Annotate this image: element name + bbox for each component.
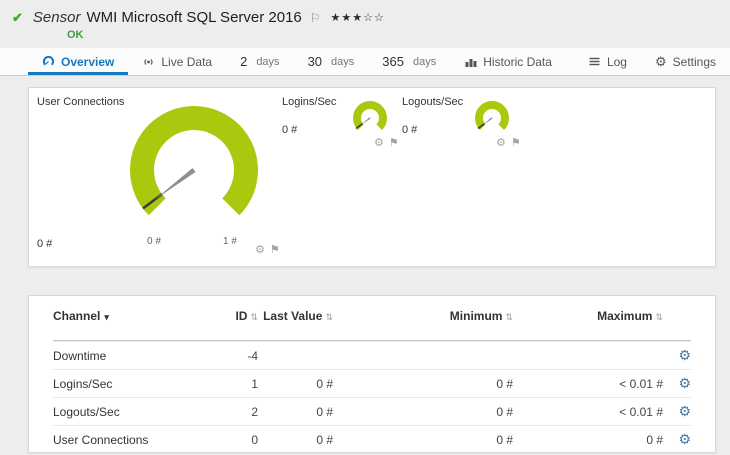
column-header-channel[interactable]: Channel ▾	[53, 309, 203, 323]
gauge-pin-icon[interactable]: ⚑	[511, 136, 521, 149]
gauge-title-logins: Logins/Sec	[282, 96, 337, 108]
page-title: WMI Microsoft SQL Server 2016	[86, 9, 302, 26]
gauge-action-icons: ⚙ ⚑	[374, 136, 399, 149]
gear-icon: ⚙	[654, 54, 667, 69]
column-header-last-value[interactable]: Last Value ⇅	[258, 309, 333, 323]
gauge-scale-min: 0 #	[147, 236, 161, 247]
tab-bar: Overview Live Data 2 days 30 days 365 da…	[0, 48, 730, 76]
column-header-maximum[interactable]: Maximum ⇅	[513, 309, 663, 323]
gauge-pin-icon[interactable]: ⚑	[270, 243, 280, 256]
channel-settings-icon[interactable]: ⚙	[678, 375, 691, 391]
tab-settings[interactable]: ⚙ Settings	[641, 48, 730, 75]
channel-settings-icon[interactable]: ⚙	[678, 403, 691, 419]
channel-id: 0	[251, 432, 258, 447]
gauge-settings-icon[interactable]: ⚙	[255, 243, 265, 256]
flag-icon[interactable]: ⚐	[310, 11, 321, 25]
tab-number: 30	[307, 54, 323, 69]
channel-name[interactable]: Downtime	[53, 349, 203, 363]
gauge-title-logouts: Logouts/Sec	[402, 96, 464, 108]
tab-365-days[interactable]: 365 days	[368, 48, 450, 75]
channel-name[interactable]: Logouts/Sec	[53, 405, 203, 419]
channel-name[interactable]: Logins/Sec	[53, 377, 203, 391]
sort-icon[interactable]: ⇅	[505, 312, 513, 322]
channels-table: Channel ▾ ID ⇅ Last Value ⇅ Minimum ⇅ Maximu…	[29, 296, 715, 452]
channel-settings-icon[interactable]: ⚙	[678, 431, 691, 447]
channel-name[interactable]: User Connections	[53, 433, 203, 447]
tab-historic-data[interactable]: Historic Data	[450, 48, 566, 75]
gauge-action-icons: ⚙ ⚑	[496, 136, 521, 149]
gauge-current-value: 0 #	[282, 124, 298, 136]
tab-number: 2	[240, 54, 248, 69]
channel-maximum: < 0.01 #	[619, 404, 663, 419]
gauge-settings-icon[interactable]: ⚙	[496, 136, 506, 149]
channel-last-value: 0 #	[316, 404, 333, 419]
sort-icon[interactable]: ⇅	[655, 312, 663, 322]
gauge-needle	[482, 117, 493, 126]
channel-id: -4	[247, 348, 258, 363]
gauge-pin-icon[interactable]: ⚑	[389, 136, 399, 149]
tab-overview[interactable]: Overview	[28, 48, 128, 75]
column-header-id[interactable]: ID ⇅	[203, 309, 258, 323]
tab-label: Historic Data	[483, 54, 552, 69]
table-row-logouts: Logouts/Sec 2 0 # 0 # < 0.01 # ⚙	[53, 397, 691, 425]
gauge-current-value: 0 #	[402, 124, 418, 136]
sort-icon[interactable]: ⇅	[250, 312, 258, 322]
column-label: Maximum	[597, 309, 653, 323]
tab-unit: days	[256, 55, 280, 68]
tab-log[interactable]: Log	[574, 48, 641, 75]
gauge-title-user-connections: User Connections	[37, 96, 125, 108]
gauge-icon	[42, 55, 55, 66]
tab-number: 365	[382, 54, 404, 69]
tab-label: Settings	[672, 54, 716, 69]
table-row-logins: Logins/Sec 1 0 # 0 # < 0.01 # ⚙	[53, 369, 691, 397]
object-kind-label: Sensor	[32, 9, 81, 26]
table-row-user-connections: User Connections 0 0 # 0 # 0 # ⚙	[53, 425, 691, 452]
column-label: ID	[235, 309, 248, 323]
channel-id: 1	[251, 376, 258, 391]
gauge-needle	[360, 117, 371, 126]
status-check-icon: ✔	[12, 9, 23, 25]
channel-last-value: 0 #	[316, 432, 333, 447]
channels-table-panel: Channel ▾ ID ⇅ Last Value ⇅ Minimum ⇅ Maximu…	[28, 295, 716, 453]
user-connections-gauge	[130, 106, 258, 216]
tab-live-data[interactable]: Live Data	[128, 48, 226, 75]
sensor-header: ✔ Sensor WMI Microsoft SQL Server 2016 ⚐…	[0, 0, 730, 48]
table-row-downtime: Downtime -4 ⚙	[53, 341, 691, 369]
priority-stars[interactable]: ★★★☆☆	[331, 11, 385, 24]
tab-2-days[interactable]: 2 days	[226, 48, 293, 75]
bar-chart-icon	[465, 59, 477, 67]
channel-minimum: 0 #	[496, 404, 513, 419]
gauge-action-icons: ⚙ ⚑	[255, 243, 280, 256]
chevron-down-icon[interactable]: ▾	[104, 312, 109, 322]
channel-last-value: 0 #	[316, 376, 333, 391]
log-list-icon	[589, 57, 600, 66]
gauge-current-value: 0 #	[37, 238, 53, 250]
column-label: Last Value	[263, 309, 323, 323]
channel-maximum: 0 #	[646, 432, 663, 447]
table-header-row: Channel ▾ ID ⇅ Last Value ⇅ Minimum ⇅ Maximu…	[53, 296, 691, 341]
gauge-scale-max: 1 #	[223, 236, 237, 247]
column-label: Channel	[53, 309, 101, 323]
sensor-status-badge: OK	[67, 29, 84, 41]
broadcast-icon	[144, 59, 153, 65]
sensor-header-line: ✔ Sensor WMI Microsoft SQL Server 2016 ⚐…	[12, 9, 718, 26]
tab-unit: days	[412, 55, 437, 68]
column-label: Minimum	[449, 309, 503, 323]
channel-settings-icon[interactable]: ⚙	[678, 347, 691, 363]
channel-id: 2	[251, 404, 258, 419]
sort-icon[interactable]: ⇅	[325, 312, 333, 322]
prtg-sensor-page: ✔ Sensor WMI Microsoft SQL Server 2016 ⚐…	[0, 0, 730, 455]
gauges-panel: User Connections 0 # 0 # 1 # ⚙ ⚑ Logins/…	[28, 87, 716, 267]
tab-unit: days	[331, 55, 355, 68]
tab-30-days[interactable]: 30 days	[294, 48, 369, 75]
gauge-needle	[154, 168, 196, 201]
column-header-minimum[interactable]: Minimum ⇅	[333, 309, 513, 323]
channel-minimum: 0 #	[496, 376, 513, 391]
gauge-settings-icon[interactable]: ⚙	[374, 136, 384, 149]
tab-label: Overview	[61, 54, 115, 69]
tab-label: Log	[606, 54, 627, 69]
tab-label: Live Data	[161, 54, 213, 69]
channel-maximum: < 0.01 #	[619, 376, 663, 391]
channel-minimum: 0 #	[496, 432, 513, 447]
